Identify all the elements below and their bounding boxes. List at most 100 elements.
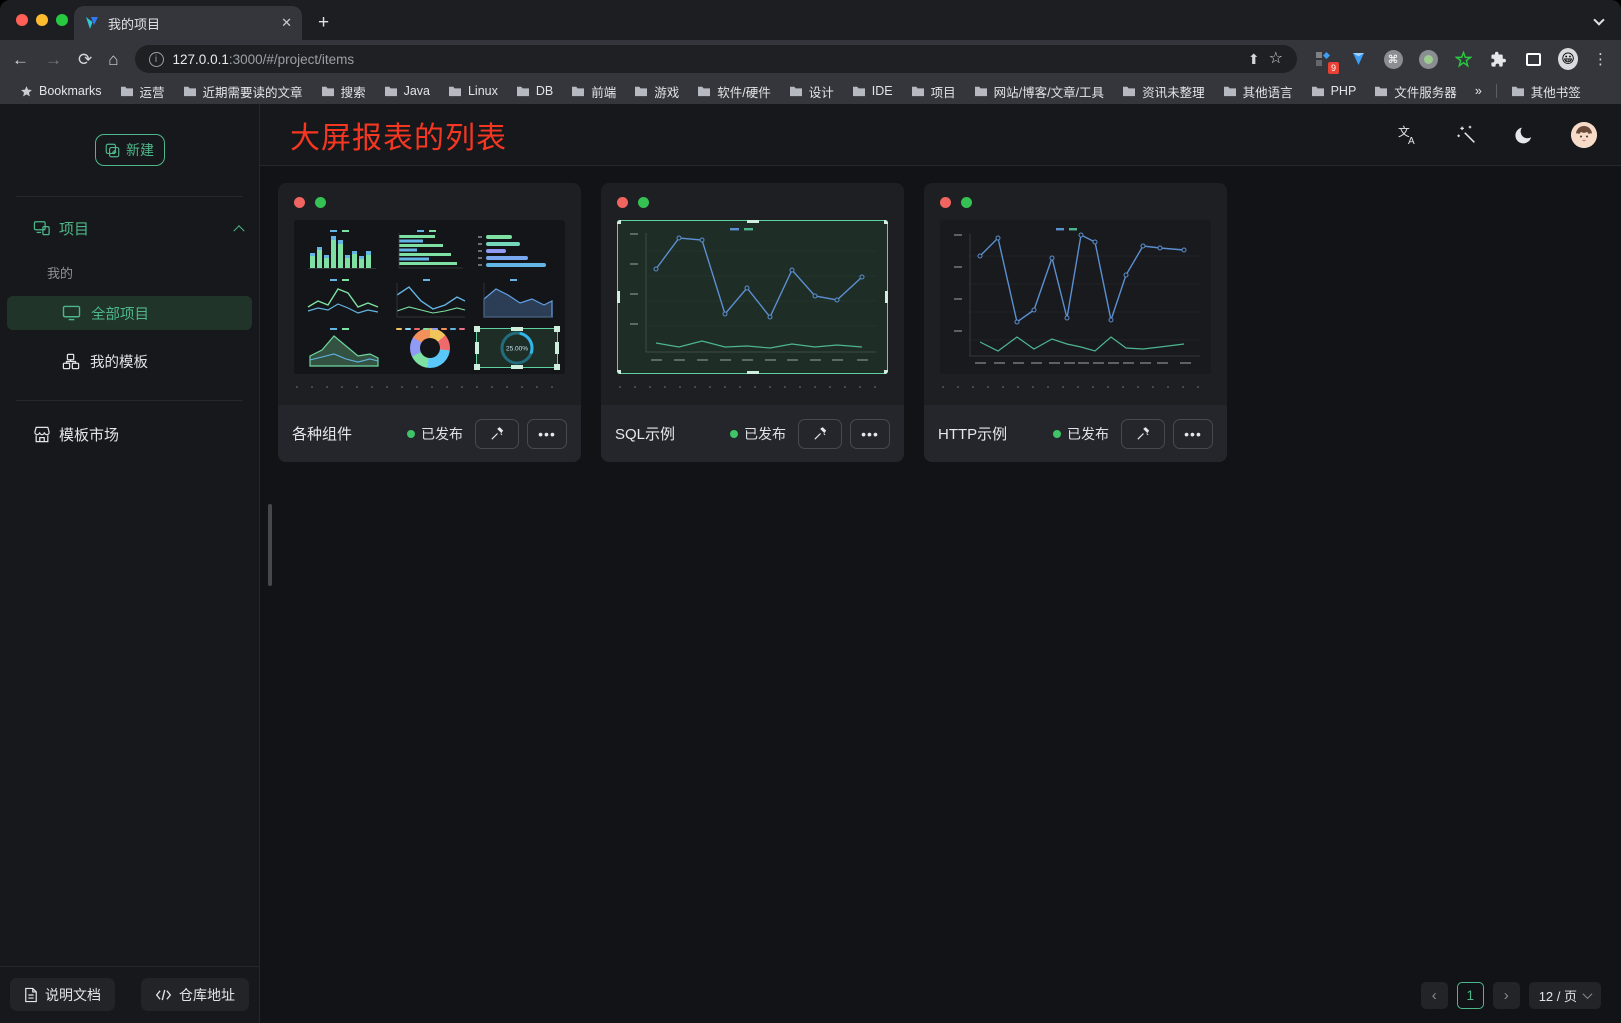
dotted-separator [296, 386, 563, 388]
mini-hbar-chart [389, 228, 471, 272]
header-actions: 文A [1397, 122, 1597, 148]
bookmark-folder[interactable]: 其他语言 [1215, 80, 1301, 103]
minimize-window-button[interactable] [36, 14, 48, 26]
bookmark-folder[interactable]: 项目 [903, 80, 964, 103]
window-controls[interactable] [16, 14, 68, 26]
bookmarks-overflow-chevron[interactable]: » [1467, 82, 1490, 100]
close-window-button[interactable] [16, 14, 28, 26]
mini-capsule-chart [476, 228, 558, 272]
site-info-icon[interactable]: i [149, 52, 164, 67]
tab-title: 我的项目 [108, 14, 160, 33]
puzzle-extensions-icon[interactable] [1488, 49, 1508, 69]
user-avatar[interactable] [1571, 122, 1597, 148]
copy-plus-icon [105, 143, 120, 158]
selected-chart-box [617, 220, 888, 374]
project-card[interactable]: HTTP示例 已发布 ••• [924, 183, 1227, 462]
bookmark-folder[interactable]: 前端 [563, 80, 624, 103]
edit-project-button[interactable] [475, 419, 519, 449]
bookmark-folder[interactable]: PHP [1303, 82, 1365, 100]
magic-wand-icon[interactable] [1455, 124, 1477, 146]
tab-strip: 我的项目 ✕ + [0, 0, 1621, 40]
card-footer: SQL示例 已发布 ••• [601, 405, 904, 462]
record-extension-icon[interactable] [1418, 49, 1438, 69]
edit-project-button[interactable] [798, 419, 842, 449]
app-root: 新建 项目 我的 全部项目 我的模板 [0, 104, 1621, 1023]
mini-area-chart [476, 277, 558, 321]
home-icon[interactable]: ⌂ [108, 51, 118, 68]
main-area: 大屏报表的列表 文A [260, 104, 1621, 1023]
chevron-up-icon[interactable] [233, 225, 244, 236]
bookmark-folder[interactable]: 文件服务器 [1366, 80, 1465, 103]
bookmark-folder[interactable]: Linux [440, 82, 506, 100]
bookmark-folder[interactable]: 游戏 [626, 80, 687, 103]
chrome-menu-icon[interactable]: ⋮ [1593, 50, 1609, 68]
blocks-extension-icon[interactable]: 9 [1313, 49, 1333, 69]
dark-mode-moon-icon[interactable] [1513, 124, 1535, 146]
other-bookmarks-folder[interactable]: 其他书签 [1503, 80, 1589, 103]
green-dot-icon [315, 197, 326, 208]
project-thumbnail[interactable]: 25.00% [294, 220, 565, 374]
project-card[interactable]: 25.00% 各种组件 已发布 [278, 183, 581, 462]
tab-search-chevron-icon[interactable] [1593, 14, 1604, 25]
address-bar[interactable]: i 127.0.0.1:3000/#/project/items ⬆ ☆ [135, 45, 1297, 73]
browser-tab[interactable]: 我的项目 ✕ [74, 6, 302, 40]
bookmark-folder[interactable]: 近期需要读的文章 [175, 80, 311, 103]
split-view-icon[interactable] [1523, 49, 1543, 69]
project-list: 25.00% 各种组件 已发布 [260, 166, 1621, 1023]
status-badge: 已发布 [407, 424, 463, 444]
edit-project-button[interactable] [1121, 419, 1165, 449]
bookmark-folder[interactable]: 运营 [112, 80, 173, 103]
green-dot-icon [638, 197, 649, 208]
url-path: :3000/#/project/items [229, 52, 354, 67]
bookmark-star-icon[interactable]: ☆ [1269, 51, 1283, 67]
language-icon[interactable]: 文A [1397, 124, 1419, 146]
sidebar-item-my-templates[interactable]: 我的模板 [7, 344, 252, 378]
pagination: ‹ 1 › 12 / 页 [1421, 982, 1601, 1009]
prev-page-button[interactable]: ‹ [1421, 982, 1448, 1009]
more-actions-button[interactable]: ••• [527, 419, 567, 449]
project-thumbnail[interactable] [940, 220, 1211, 374]
forward-icon[interactable]: → [45, 51, 62, 68]
more-actions-button[interactable]: ••• [1173, 419, 1213, 449]
project-thumbnail[interactable] [617, 220, 888, 374]
sidebar-item-all-projects[interactable]: 全部项目 [7, 296, 252, 330]
next-page-button[interactable]: › [1493, 982, 1520, 1009]
reload-icon[interactable]: ⟳ [78, 51, 92, 68]
gem-extension-icon[interactable] [1348, 49, 1368, 69]
bookmark-folder[interactable]: IDE [844, 82, 901, 100]
sidebar-section-projects[interactable]: 项目 [0, 211, 259, 245]
sidebar-item-template-market[interactable]: 模板市场 [0, 417, 259, 451]
document-icon [24, 987, 38, 1003]
bookmark-folder[interactable]: 搜索 [313, 80, 374, 103]
new-project-button[interactable]: 新建 [95, 134, 165, 166]
template-flow-icon [62, 353, 80, 370]
page-size-select[interactable]: 12 / 页 [1529, 982, 1601, 1009]
command-extension-icon[interactable]: ⌘ [1383, 49, 1403, 69]
star-extension-icon[interactable] [1453, 49, 1473, 69]
mini-dashboard-preview: 25.00% [302, 228, 557, 366]
status-dot-icon [407, 430, 415, 438]
new-tab-button[interactable]: + [318, 12, 329, 34]
share-icon[interactable]: ⬆ [1248, 52, 1260, 66]
repo-button[interactable]: 仓库地址 [141, 978, 249, 1011]
bookmark-folder[interactable]: 设计 [781, 80, 842, 103]
card-window-dots [294, 197, 565, 208]
sidebar-divider [16, 400, 243, 401]
back-icon[interactable]: ← [12, 51, 29, 68]
project-card[interactable]: SQL示例 已发布 ••• [601, 183, 904, 462]
bookmark-folder[interactable]: 资讯未整理 [1114, 80, 1213, 103]
current-page-button[interactable]: 1 [1457, 982, 1484, 1009]
bookmark-folder[interactable]: 网站/博客/文章/工具 [966, 80, 1112, 103]
scrollbar-thumb[interactable] [268, 504, 272, 586]
bookmark-folder[interactable]: DB [508, 82, 561, 100]
red-dot-icon [940, 197, 951, 208]
more-actions-button[interactable]: ••• [850, 419, 890, 449]
zoom-window-button[interactable] [56, 14, 68, 26]
bookmarks-manager[interactable]: Bookmarks [12, 82, 110, 100]
profile-avatar-icon[interactable]: 😀 [1558, 49, 1578, 69]
bookmark-folder[interactable]: 软件/硬件 [689, 80, 778, 103]
card-footer: HTTP示例 已发布 ••• [924, 405, 1227, 462]
tab-close-icon[interactable]: ✕ [281, 15, 292, 31]
docs-button[interactable]: 说明文档 [10, 978, 115, 1011]
bookmark-folder[interactable]: Java [376, 82, 438, 100]
